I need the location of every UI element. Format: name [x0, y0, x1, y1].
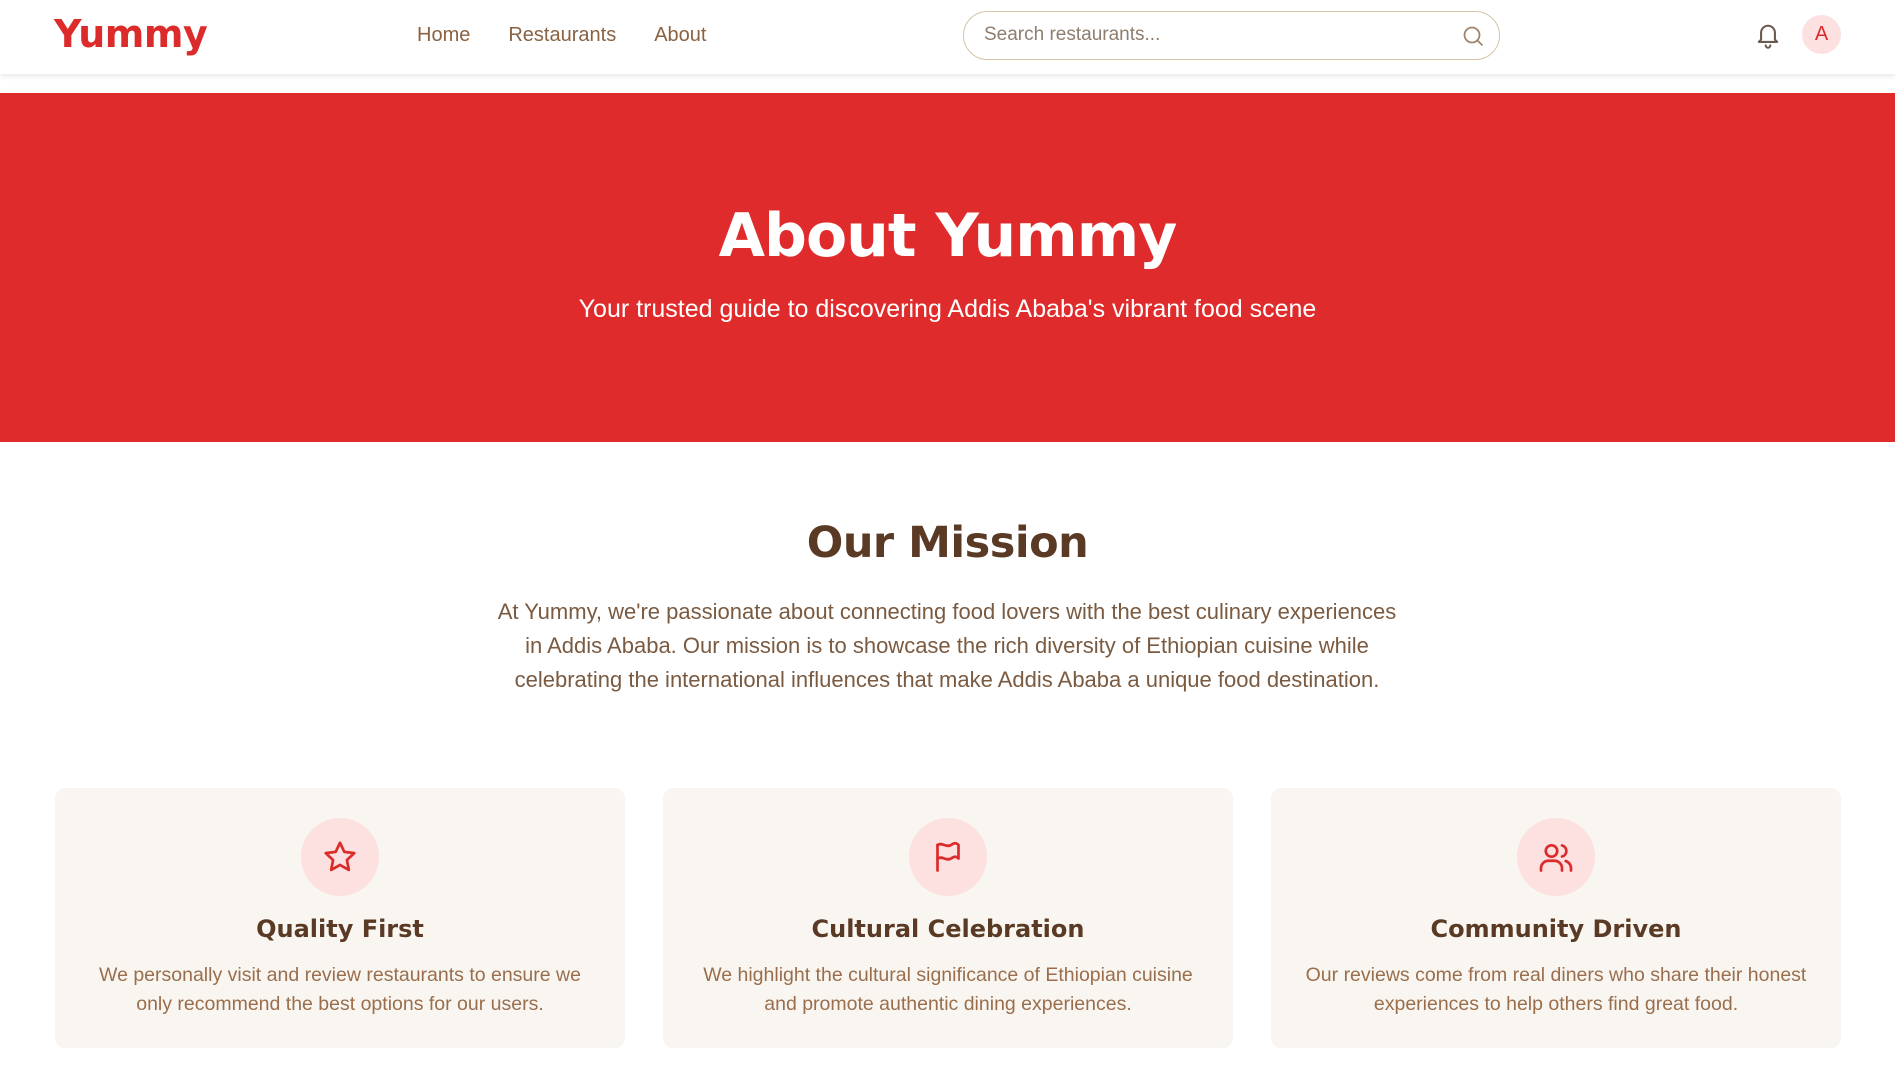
nav-home[interactable]: Home [417, 24, 470, 47]
feature-card-quality: Quality First We personally visit and re… [55, 788, 625, 1048]
search-input[interactable] [984, 12, 1424, 58]
card-title: Community Driven [1430, 915, 1682, 943]
flag-icon [936, 841, 960, 872]
star-icon [324, 841, 356, 872]
hero-banner: About Yummy Your trusted guide to discov… [0, 93, 1895, 442]
mission-text: At Yummy, we're passionate about connect… [497, 599, 1397, 692]
nav-restaurants[interactable]: Restaurants [508, 24, 616, 47]
card-title: Cultural Celebration [811, 915, 1085, 943]
page-title: About Yummy [718, 201, 1178, 271]
card-text: Our reviews come from real diners who sh… [1305, 964, 1807, 1015]
hero-subtitle: Your trusted guide to discovering Addis … [578, 295, 1317, 323]
logo[interactable]: Yummy [54, 12, 208, 56]
flag-icon-badge [909, 818, 987, 896]
nav-about[interactable]: About [654, 24, 706, 47]
card-title: Quality First [256, 915, 424, 943]
top-navbar: Yummy Home Restaurants About A [0, 0, 1895, 74]
card-text: We highlight the cultural significance o… [703, 964, 1193, 1015]
feature-card-community: Community Driven Our reviews come from r… [1271, 788, 1841, 1048]
search-icon[interactable] [1461, 24, 1485, 48]
bell-icon[interactable] [1754, 20, 1782, 50]
mission-heading: Our Mission [806, 518, 1089, 568]
users-icon [1539, 843, 1573, 872]
avatar[interactable]: A [1802, 15, 1841, 54]
main-nav: Home Restaurants About [417, 24, 706, 47]
search-bar [963, 11, 1500, 60]
card-text: We personally visit and review restauran… [99, 964, 581, 1015]
users-icon-badge [1517, 818, 1595, 896]
feature-card-culture: Cultural Celebration We highlight the cu… [663, 788, 1233, 1048]
star-icon-badge [301, 818, 379, 896]
